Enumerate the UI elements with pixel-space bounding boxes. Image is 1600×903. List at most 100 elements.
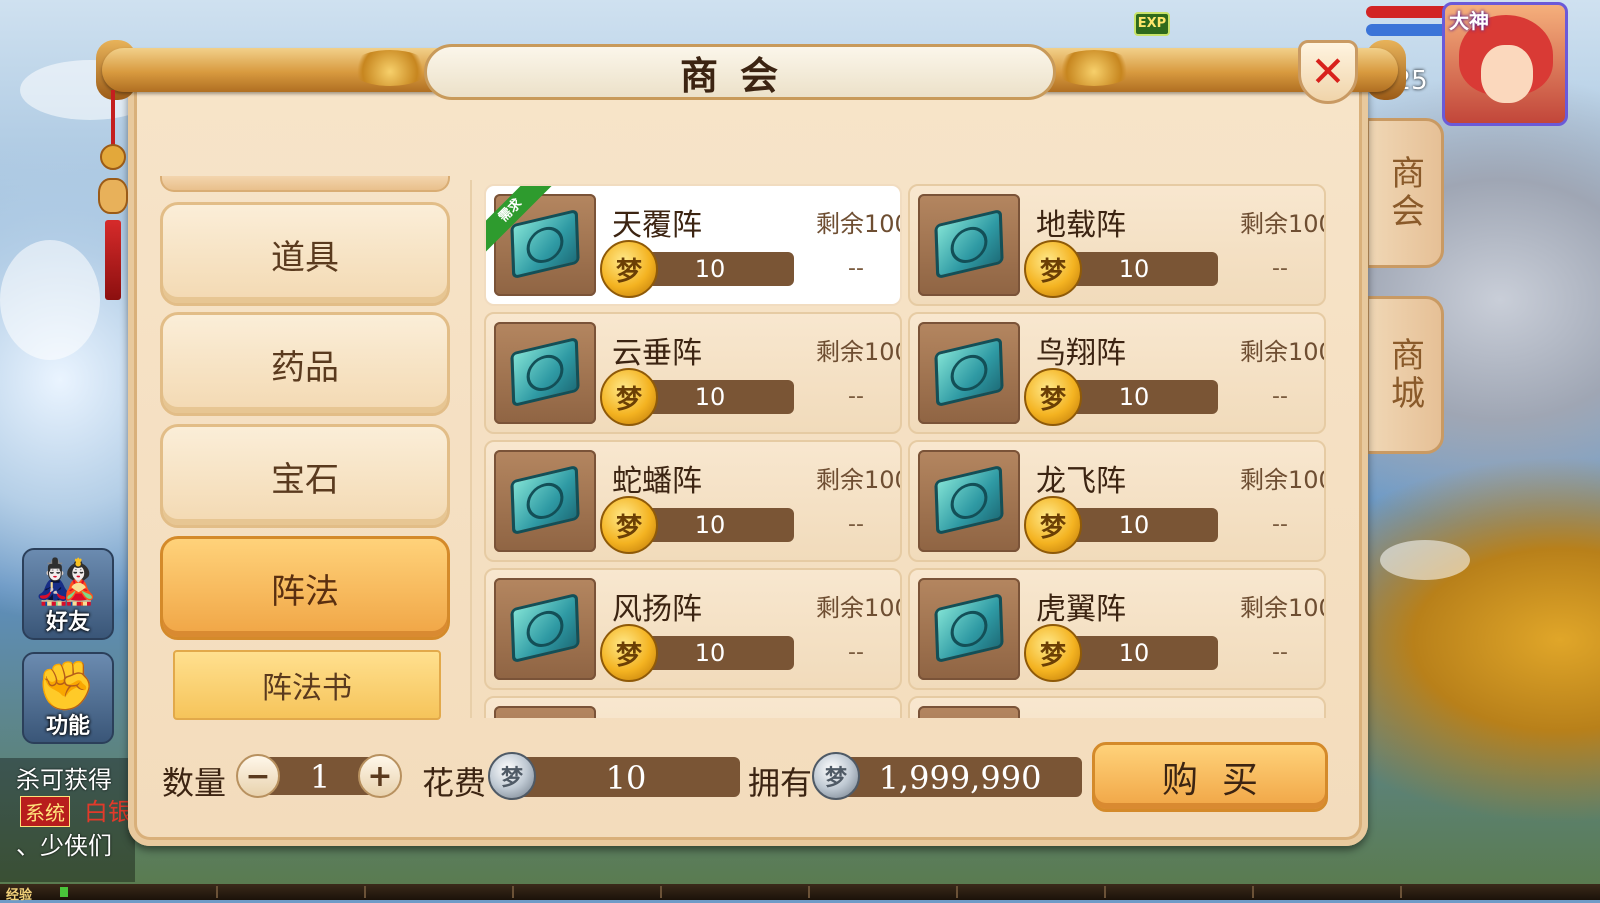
side-tab-mall[interactable]: 商城 bbox=[1366, 296, 1444, 454]
page-title: 商会 bbox=[679, 52, 800, 98]
silver-coin-icon: 梦 bbox=[488, 752, 536, 800]
item-icon-frame bbox=[918, 578, 1020, 680]
quantity-label: 数量 bbox=[162, 764, 227, 802]
item-card[interactable]: 云垂阵 剩余100 10 梦 -- bbox=[484, 312, 902, 434]
item-card[interactable]: 蛇蟠阵 剩余100 10 梦 -- bbox=[484, 440, 902, 562]
item-remaining: 剩余100 bbox=[816, 210, 902, 238]
subcategory-formation-books[interactable]: 阵法书 bbox=[173, 650, 441, 720]
formation-book-icon bbox=[934, 592, 1004, 664]
cloud-ornament-icon bbox=[1054, 50, 1134, 86]
close-button[interactable]: ✕ bbox=[1298, 40, 1358, 104]
item-icon-frame bbox=[494, 706, 596, 718]
owned-value: 1,999,990 bbox=[838, 757, 1082, 797]
item-limit: -- bbox=[848, 512, 864, 537]
chat-line: 杀可获得 bbox=[16, 766, 112, 794]
cloud-ornament-icon bbox=[350, 50, 430, 86]
exp-tick bbox=[1104, 886, 1106, 898]
mp-bar bbox=[1366, 24, 1444, 36]
exp-tick bbox=[364, 886, 366, 898]
item-icon-frame bbox=[918, 322, 1020, 424]
item-grid[interactable]: 需求 天覆阵 剩余100 10 梦 -- 地载阵 剩余100 10 梦 -- 云… bbox=[484, 184, 1326, 718]
item-remaining: 剩余100 bbox=[1240, 594, 1326, 622]
exp-badge: EXP bbox=[1134, 12, 1170, 36]
side-tab-shop-guild[interactable]: 商会 bbox=[1366, 118, 1444, 268]
avatar-face bbox=[1481, 45, 1533, 103]
divider bbox=[470, 180, 472, 718]
formation-book-icon bbox=[510, 592, 580, 664]
formation-book-icon bbox=[510, 336, 580, 408]
minus-icon: − bbox=[245, 758, 271, 794]
item-remaining: 剩余100 bbox=[1240, 466, 1326, 494]
silver-coin-icon: 梦 bbox=[812, 752, 860, 800]
category-props[interactable]: 道具 bbox=[160, 202, 450, 306]
item-name: 风扬阵 bbox=[612, 592, 702, 627]
category-gems[interactable]: 宝石 bbox=[160, 424, 450, 528]
item-limit: -- bbox=[1272, 640, 1288, 665]
function-button[interactable]: ✊ 功能 bbox=[22, 652, 114, 744]
item-card[interactable]: 地载阵 剩余100 10 梦 -- bbox=[908, 184, 1326, 306]
item-name: 天覆阵 bbox=[612, 208, 702, 243]
chat-line: 、少侠们 bbox=[16, 832, 112, 860]
item-name: 鸟翔阵 bbox=[1036, 336, 1126, 371]
formation-book-icon bbox=[934, 336, 1004, 408]
player-avatar[interactable]: 大神 bbox=[1442, 2, 1568, 126]
gold-coin-icon: 梦 bbox=[600, 240, 658, 298]
category-formations[interactable]: 阵法 bbox=[160, 536, 450, 640]
tassel-fringe bbox=[105, 220, 121, 300]
title-plate: 商会 bbox=[424, 44, 1056, 100]
gold-coin-icon: 梦 bbox=[600, 368, 658, 426]
category-medicine[interactable]: 药品 bbox=[160, 312, 450, 416]
exp-tick bbox=[660, 886, 662, 898]
cost-label: 花费 bbox=[422, 764, 487, 802]
item-remaining: 剩余100 bbox=[816, 338, 902, 366]
exp-tick bbox=[1252, 886, 1254, 898]
item-limit: -- bbox=[848, 640, 864, 665]
plus-icon: + bbox=[367, 758, 393, 794]
item-name: 蛇蟠阵 bbox=[612, 464, 702, 499]
item-card-partial[interactable] bbox=[908, 696, 1326, 718]
item-card-partial[interactable] bbox=[484, 696, 902, 718]
item-card[interactable]: 龙飞阵 剩余100 10 梦 -- bbox=[908, 440, 1326, 562]
fist-icon: ✊ bbox=[36, 658, 96, 714]
decrease-quantity-button[interactable]: − bbox=[236, 754, 280, 798]
item-name: 地载阵 bbox=[1036, 208, 1126, 243]
formation-book-icon bbox=[510, 208, 580, 280]
item-card[interactable]: 需求 天覆阵 剩余100 10 梦 -- bbox=[484, 184, 902, 306]
item-card[interactable]: 鸟翔阵 剩余100 10 梦 -- bbox=[908, 312, 1326, 434]
gold-coin-icon: 梦 bbox=[600, 496, 658, 554]
close-icon: ✕ bbox=[1310, 47, 1346, 96]
item-name: 云垂阵 bbox=[612, 336, 702, 371]
item-icon-frame bbox=[494, 322, 596, 424]
quantity-value[interactable]: 1 bbox=[280, 757, 360, 796]
friends-button[interactable]: 🎎 好友 bbox=[22, 548, 114, 640]
item-icon-frame bbox=[918, 194, 1020, 296]
hp-bar bbox=[1366, 6, 1444, 18]
gold-coin-icon: 梦 bbox=[1024, 240, 1082, 298]
formation-book-icon bbox=[510, 464, 580, 536]
gold-coin-icon: 梦 bbox=[1024, 624, 1082, 682]
exp-tick bbox=[216, 886, 218, 898]
chat-highlight: 白银 bbox=[84, 798, 132, 826]
tassel-knot bbox=[100, 144, 126, 170]
item-limit: -- bbox=[848, 384, 864, 409]
buy-button[interactable]: 购买 bbox=[1092, 742, 1328, 812]
chat-system-tag: 系统 bbox=[20, 796, 70, 827]
item-card[interactable]: 虎翼阵 剩余100 10 梦 -- bbox=[908, 568, 1326, 690]
gold-coin-icon: 梦 bbox=[600, 624, 658, 682]
item-limit: -- bbox=[1272, 512, 1288, 537]
exp-tick bbox=[956, 886, 958, 898]
increase-quantity-button[interactable]: + bbox=[358, 754, 402, 798]
exp-bar: 经验 bbox=[0, 884, 1600, 903]
formation-book-icon bbox=[934, 208, 1004, 280]
item-icon-frame bbox=[918, 450, 1020, 552]
item-limit: -- bbox=[1272, 384, 1288, 409]
exp-fill bbox=[60, 887, 68, 897]
tassel-coin bbox=[98, 178, 128, 214]
item-remaining: 剩余100 bbox=[1240, 210, 1326, 238]
item-remaining: 剩余100 bbox=[816, 466, 902, 494]
item-card[interactable]: 风扬阵 剩余100 10 梦 -- bbox=[484, 568, 902, 690]
avatar-label: 大神 bbox=[1449, 9, 1489, 33]
exp-label: 经验 bbox=[6, 888, 33, 903]
friends-label: 好友 bbox=[45, 610, 90, 635]
tassel-cord bbox=[111, 90, 115, 150]
